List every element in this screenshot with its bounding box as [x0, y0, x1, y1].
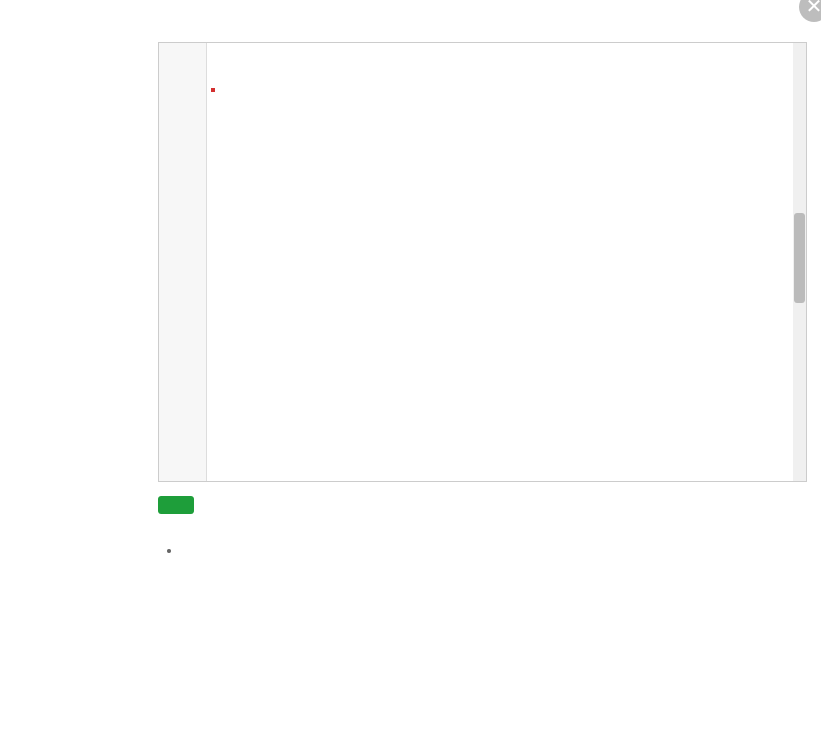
hint-text — [158, 26, 807, 42]
code-area[interactable] — [207, 43, 806, 481]
page-title — [0, 0, 821, 26]
content-area — [140, 26, 821, 725]
scroll-thumb[interactable] — [794, 213, 805, 303]
sidebar — [0, 26, 140, 725]
scrollbar-vertical[interactable] — [793, 43, 806, 481]
code-editor[interactable] — [158, 42, 807, 482]
notes — [158, 542, 807, 558]
save-button[interactable] — [158, 496, 194, 514]
note-item — [182, 542, 807, 558]
highlight-box — [211, 88, 215, 92]
line-gutter — [159, 43, 207, 481]
